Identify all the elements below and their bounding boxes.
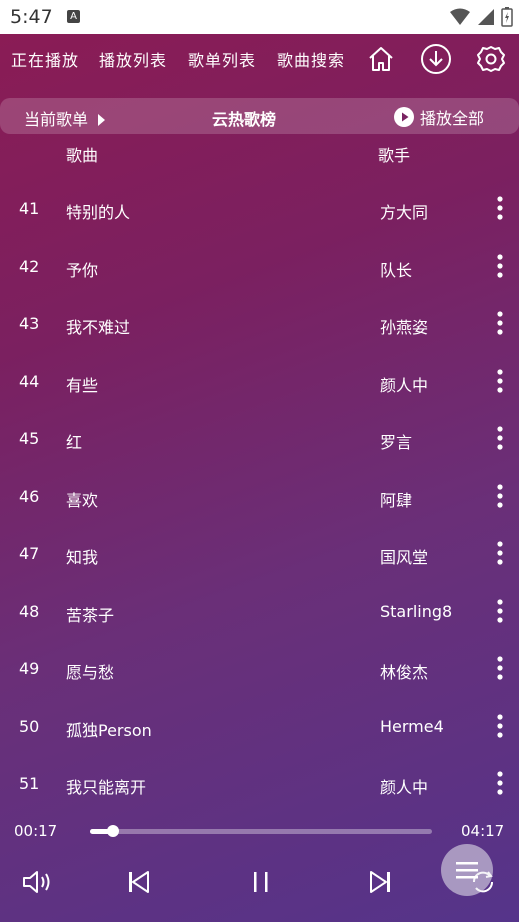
song-row[interactable]: 49 愿与愁 林俊杰	[0, 639, 519, 697]
tab-now-playing[interactable]: 正在播放	[11, 47, 79, 71]
song-row[interactable]: 42 予你 队长	[0, 237, 519, 295]
more-options-icon[interactable]	[494, 483, 506, 509]
song-row[interactable]: 43 我不难过 孙燕姿	[0, 294, 519, 352]
song-number: 45	[19, 429, 40, 448]
status-bar: 5:47 A	[0, 0, 519, 34]
next-track-icon[interactable]	[364, 865, 398, 899]
more-options-icon[interactable]	[494, 713, 506, 739]
songlist-title: 云热歌榜	[212, 110, 277, 129]
song-artist: 队长	[380, 260, 413, 280]
system-icons	[449, 6, 513, 28]
song-artist: 罗言	[380, 433, 413, 452]
song-row[interactable]: 50 孤独Person Herme4	[0, 697, 519, 755]
song-number: 46	[19, 486, 40, 506]
song-row[interactable]: 45 红 罗言	[0, 409, 519, 467]
song-artist: Herme4	[380, 716, 444, 736]
song-title: 苦茶子	[66, 605, 115, 625]
song-artist: 阿肆	[380, 490, 413, 510]
download-icon[interactable]	[420, 43, 452, 75]
play-circle-icon	[394, 107, 414, 127]
song-artist: 孙燕姿	[380, 318, 429, 337]
song-number: 47	[19, 544, 40, 563]
song-title: 喜欢	[66, 490, 99, 510]
song-number: 48	[19, 601, 40, 621]
song-title: 愿与愁	[66, 663, 115, 682]
pause-icon[interactable]	[244, 865, 278, 899]
more-options-icon[interactable]	[494, 770, 506, 796]
more-options-icon[interactable]	[494, 598, 506, 624]
total-duration: 04:17	[461, 822, 505, 840]
more-options-icon[interactable]	[494, 310, 506, 336]
current-songlist-selector[interactable]: 当前歌单	[24, 106, 106, 130]
more-options-icon[interactable]	[494, 655, 506, 681]
notification-icon: A	[67, 10, 80, 23]
wifi-icon	[450, 8, 470, 25]
top-nav: 正在播放 播放列表 歌单列表 歌曲搜索	[0, 34, 519, 86]
elapsed-time: 00:17	[14, 822, 58, 840]
menu-lines-icon	[456, 862, 478, 879]
tab-song-search[interactable]: 歌曲搜索	[277, 47, 345, 71]
song-number: 42	[19, 256, 40, 276]
battery-icon	[501, 7, 513, 27]
more-options-icon[interactable]	[494, 425, 506, 451]
more-options-icon[interactable]	[494, 253, 506, 279]
more-options-icon[interactable]	[494, 540, 506, 566]
song-row[interactable]: 46 喜欢 阿肆	[0, 467, 519, 525]
song-artist: Starling8	[380, 601, 453, 621]
song-row[interactable]: 41 特别的人 方大同	[0, 179, 519, 237]
song-title: 有些	[66, 375, 99, 395]
current-songlist-label: 当前歌单	[24, 110, 89, 129]
status-time: 5:47	[10, 6, 53, 28]
song-artist: 颜人中	[380, 778, 429, 797]
song-title: 红	[66, 433, 83, 452]
music-player-app: 正在播放 播放列表 歌单列表 歌曲搜索 当前歌单 云热歌榜 播放全部 歌曲 歌手…	[0, 34, 519, 922]
column-header-song: 歌曲	[66, 146, 99, 165]
song-title: 予你	[66, 260, 99, 280]
home-icon[interactable]	[366, 44, 396, 74]
previous-track-icon[interactable]	[121, 865, 155, 899]
more-options-icon[interactable]	[494, 368, 506, 394]
song-row[interactable]: 51 我只能离开 颜人中	[0, 754, 519, 812]
song-number: 49	[19, 659, 40, 678]
song-number: 50	[19, 716, 40, 736]
signal-icon	[478, 9, 494, 25]
song-artist: 国风堂	[380, 548, 429, 567]
song-row[interactable]: 44 有些 颜人中	[0, 352, 519, 410]
song-row[interactable]: 47 知我 国风堂	[0, 524, 519, 582]
song-number: 51	[19, 774, 40, 793]
progress-track[interactable]	[90, 825, 432, 837]
song-row[interactable]: 48 苦茶子 Starling8	[0, 582, 519, 640]
song-title: 特别的人	[66, 203, 131, 222]
song-title: 孤独Person	[66, 720, 152, 740]
song-title: 知我	[66, 548, 99, 567]
tab-songlists[interactable]: 歌单列表	[188, 47, 256, 71]
play-all-label: 播放全部	[420, 109, 485, 128]
floating-menu-button[interactable]	[441, 844, 493, 896]
song-artist: 方大同	[380, 203, 429, 222]
song-number: 43	[19, 314, 40, 333]
songlist-header-bar: 当前歌单 云热歌榜 播放全部	[0, 98, 519, 134]
song-number: 44	[19, 371, 40, 391]
progress-area: 00:17 04:17	[0, 819, 519, 843]
tab-playlist[interactable]: 播放列表	[99, 47, 167, 71]
song-title: 我只能离开	[66, 778, 147, 797]
caret-right-icon	[98, 114, 106, 126]
progress-knob[interactable]	[106, 825, 119, 837]
song-artist: 颜人中	[380, 375, 429, 395]
song-list: 41 特别的人 方大同 42 予你 队长 43 我不难过 孙燕姿 44 有些 颜人中 45 红罗言 46 喜欢…	[0, 179, 519, 812]
column-header-artist: 歌手	[378, 146, 411, 165]
volume-icon[interactable]	[20, 865, 54, 899]
settings-icon[interactable]	[476, 44, 506, 74]
play-all-button[interactable]: 播放全部	[394, 105, 484, 129]
more-options-icon[interactable]	[494, 195, 506, 221]
song-number: 41	[19, 199, 40, 218]
song-artist: 林俊杰	[380, 663, 429, 682]
song-title: 我不难过	[66, 318, 131, 337]
